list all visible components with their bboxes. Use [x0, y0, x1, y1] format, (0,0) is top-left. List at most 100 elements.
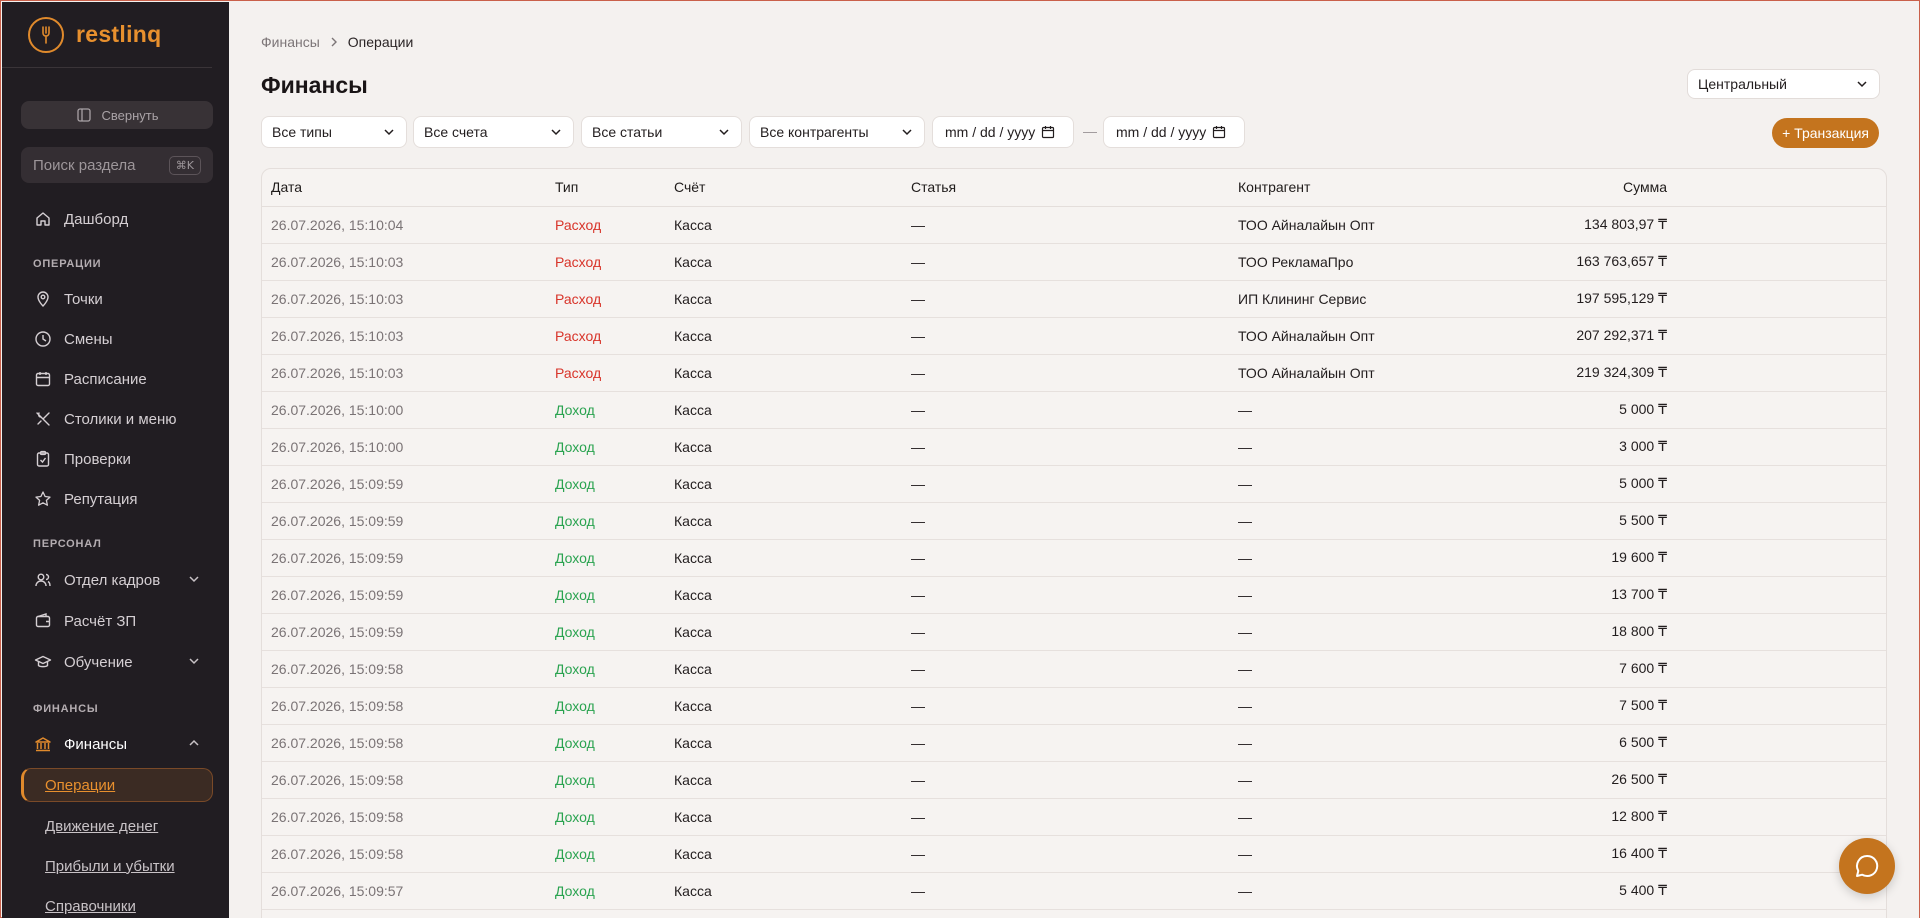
cell-type: Доход: [546, 798, 665, 836]
breadcrumb-parent-link[interactable]: Финансы: [261, 34, 320, 50]
chat-bubble-icon: [1854, 853, 1880, 879]
sidebar-item-points[interactable]: Точки: [21, 281, 213, 317]
column-header-type[interactable]: Тип: [546, 169, 665, 207]
table-row[interactable]: 26.07.2026, 15:10:00 Доход Касса — —3 000 ₸: [262, 428, 1886, 466]
sidebar-item-label: Точки: [64, 290, 103, 308]
sidebar-subitem-operations[interactable]: Операции: [21, 768, 213, 802]
table-row[interactable]: 26.07.2026, 15:10:03 Расход Касса — ИП Клини…: [262, 280, 1886, 318]
sidebar-item-checks[interactable]: Проверки: [21, 441, 213, 477]
cell-spacer: [1677, 502, 1886, 540]
cell-account: Касса: [665, 206, 902, 244]
date-from-input[interactable]: mm / dd / yyyy: [932, 116, 1074, 148]
column-header-item[interactable]: Статья: [902, 169, 1229, 207]
sidebar-item-training[interactable]: Обучение: [21, 644, 213, 680]
sidebar-subitem-references[interactable]: Справочники: [21, 889, 213, 918]
clipboard-check-icon: [34, 450, 52, 468]
column-header-date[interactable]: Дата: [262, 169, 546, 207]
cell-date: 26.07.2026, 15:10:04: [262, 206, 546, 244]
filter-items-select[interactable]: Все статьи: [581, 116, 742, 148]
cell-account: Касса: [665, 798, 902, 836]
cell-account: Касса: [665, 539, 902, 577]
calendar-icon[interactable]: [1041, 125, 1055, 139]
sidebar-subitem-profit-loss[interactable]: Прибыли и убытки: [21, 849, 213, 883]
table-row[interactable]: 26.07.2026, 15:09:58 Доход Касса — —16 400 ₸: [262, 835, 1886, 873]
cell-amount: 163 763,657 ₸: [1454, 243, 1677, 281]
sidebar-item-label: Обучение: [64, 653, 133, 671]
sidebar-item-label: Расчёт ЗП: [64, 612, 137, 630]
cell-date: 26.07.2026, 15:10:00: [262, 428, 546, 466]
column-header-counterparty[interactable]: Контрагент: [1229, 169, 1454, 207]
cell-type: Доход: [546, 761, 665, 799]
cell-spacer: [1677, 539, 1886, 577]
cell-type: Расход: [546, 206, 665, 244]
filter-types-select[interactable]: Все типы: [261, 116, 407, 148]
cell-account: Касса: [665, 872, 902, 910]
table-row[interactable]: 26.07.2026, 15:10:00 Доход Касса — —5 000 ₸: [262, 391, 1886, 429]
table-row[interactable]: 26.07.2026, 15:10:04 Расход Касса — ТОО Айна…: [262, 206, 1886, 244]
sidebar-item-reputation[interactable]: Репутация: [21, 481, 213, 517]
sidebar-item-payroll[interactable]: Расчёт ЗП: [21, 603, 213, 639]
calendar-icon[interactable]: [1212, 125, 1226, 139]
sidebar-item-dashboard[interactable]: Дашборд: [21, 201, 213, 237]
sidebar-subitem-cashflow[interactable]: Движение денег: [21, 809, 213, 843]
table-row[interactable]: 26.07.2026, 15:09:59 Доход Касса — —18 800 ₸: [262, 613, 1886, 651]
sidebar-item-shifts[interactable]: Смены: [21, 321, 213, 357]
cell-item: —: [902, 576, 1229, 614]
cell-counterparty: ТОО РекламаПро: [1229, 243, 1454, 281]
chat-support-button[interactable]: [1839, 838, 1895, 894]
cell-spacer: [1677, 687, 1886, 725]
filter-accounts-select[interactable]: Все счета: [413, 116, 574, 148]
column-header-account[interactable]: Счёт: [665, 169, 902, 207]
section-label-finance: ФИНАНСЫ: [33, 703, 99, 715]
table-row[interactable]: 26.07.2026, 15:10:03 Расход Касса — ТОО Айна…: [262, 354, 1886, 392]
table-row[interactable]: 26.07.2026, 15:10:03 Расход Касса — ТОО Айна…: [262, 317, 1886, 355]
chevron-down-icon: [717, 125, 731, 139]
date-to-input[interactable]: mm / dd / yyyy: [1103, 116, 1245, 148]
cell-amount: 12 800 ₸: [1454, 798, 1677, 836]
cell-item: —: [902, 724, 1229, 762]
brand[interactable]: restlinq: [2, 2, 212, 68]
filter-value: Все типы: [272, 124, 332, 140]
table-row[interactable]: 26.07.2026, 15:10:03 Расход Касса — ТОО Рекл…: [262, 243, 1886, 281]
table-row[interactable]: 26.07.2026, 15:09:59 Доход Касса — —5 500 ₸: [262, 502, 1886, 540]
cell-spacer: [1677, 798, 1886, 836]
cell-item: —: [902, 798, 1229, 836]
sidebar-item-label: Смены: [64, 330, 113, 348]
table-row[interactable]: 26.07.2026, 15:09:59 Доход Касса — —5 000 ₸: [262, 465, 1886, 503]
collapse-sidebar-button[interactable]: Свернуть: [21, 101, 213, 129]
filter-counterparties-select[interactable]: Все контрагенты: [749, 116, 925, 148]
cell-date: 26.07.2026, 15:09:59: [262, 613, 546, 651]
cell-item: —: [902, 206, 1229, 244]
bank-icon: [34, 735, 52, 753]
sidebar: restlinq Свернуть Поиск раздела ⌘K Дашбо…: [2, 2, 229, 918]
table-row[interactable]: 26.07.2026, 15:09:57 Доход Касса — —5 400 ₸: [262, 872, 1886, 910]
table-row[interactable]: 26.07.2026, 15:09:58 Доход Касса — —6 500 ₸: [262, 724, 1886, 762]
cell-item: —: [902, 391, 1229, 429]
table-row[interactable]: 26.07.2026, 15:09:58 Доход Касса — —26 500 ₸: [262, 761, 1886, 799]
table-row[interactable]: 26.07.2026, 15:09:58 Доход Касса — —7 600 ₸: [262, 650, 1886, 688]
cell-date: 26.07.2026, 15:09:59: [262, 502, 546, 540]
table-row[interactable]: 26.07.2026, 15:09:59 Доход Касса — —19 600 ₸: [262, 539, 1886, 577]
column-header-amount[interactable]: Сумма: [1454, 169, 1677, 207]
sidebar-item-schedule[interactable]: Расписание: [21, 361, 213, 397]
sidebar-item-hr[interactable]: Отдел кадров: [21, 562, 213, 598]
branch-select[interactable]: Центральный: [1687, 69, 1880, 99]
cell-type: Расход: [546, 317, 665, 355]
cell-spacer: [1677, 576, 1886, 614]
cell-type: Расход: [546, 243, 665, 281]
add-transaction-button[interactable]: + Транзакция: [1772, 118, 1879, 148]
sidebar-item-finance[interactable]: Финансы: [21, 726, 213, 762]
cell-counterparty: —: [1229, 650, 1454, 688]
cell-spacer: [1677, 206, 1886, 244]
sidebar-item-tables-menu[interactable]: Столики и меню: [21, 401, 213, 437]
cell-type: Доход: [546, 613, 665, 651]
table-row[interactable]: 26.07.2026, 15:09:58 Доход Касса — —12 800 ₸: [262, 798, 1886, 836]
cell-counterparty: —: [1229, 613, 1454, 651]
cell-item: —: [902, 428, 1229, 466]
cell-amount: 13 700 ₸: [1454, 576, 1677, 614]
table-row[interactable]: 26.07.2026, 15:09:59 Доход Касса — —13 700 ₸: [262, 576, 1886, 614]
cell-item: —: [902, 280, 1229, 318]
table-row[interactable]: 26.07.2026, 15:09:58 Доход Касса — —7 500 ₸: [262, 687, 1886, 725]
map-pin-icon: [34, 290, 52, 308]
section-search-input[interactable]: Поиск раздела ⌘K: [21, 147, 213, 183]
